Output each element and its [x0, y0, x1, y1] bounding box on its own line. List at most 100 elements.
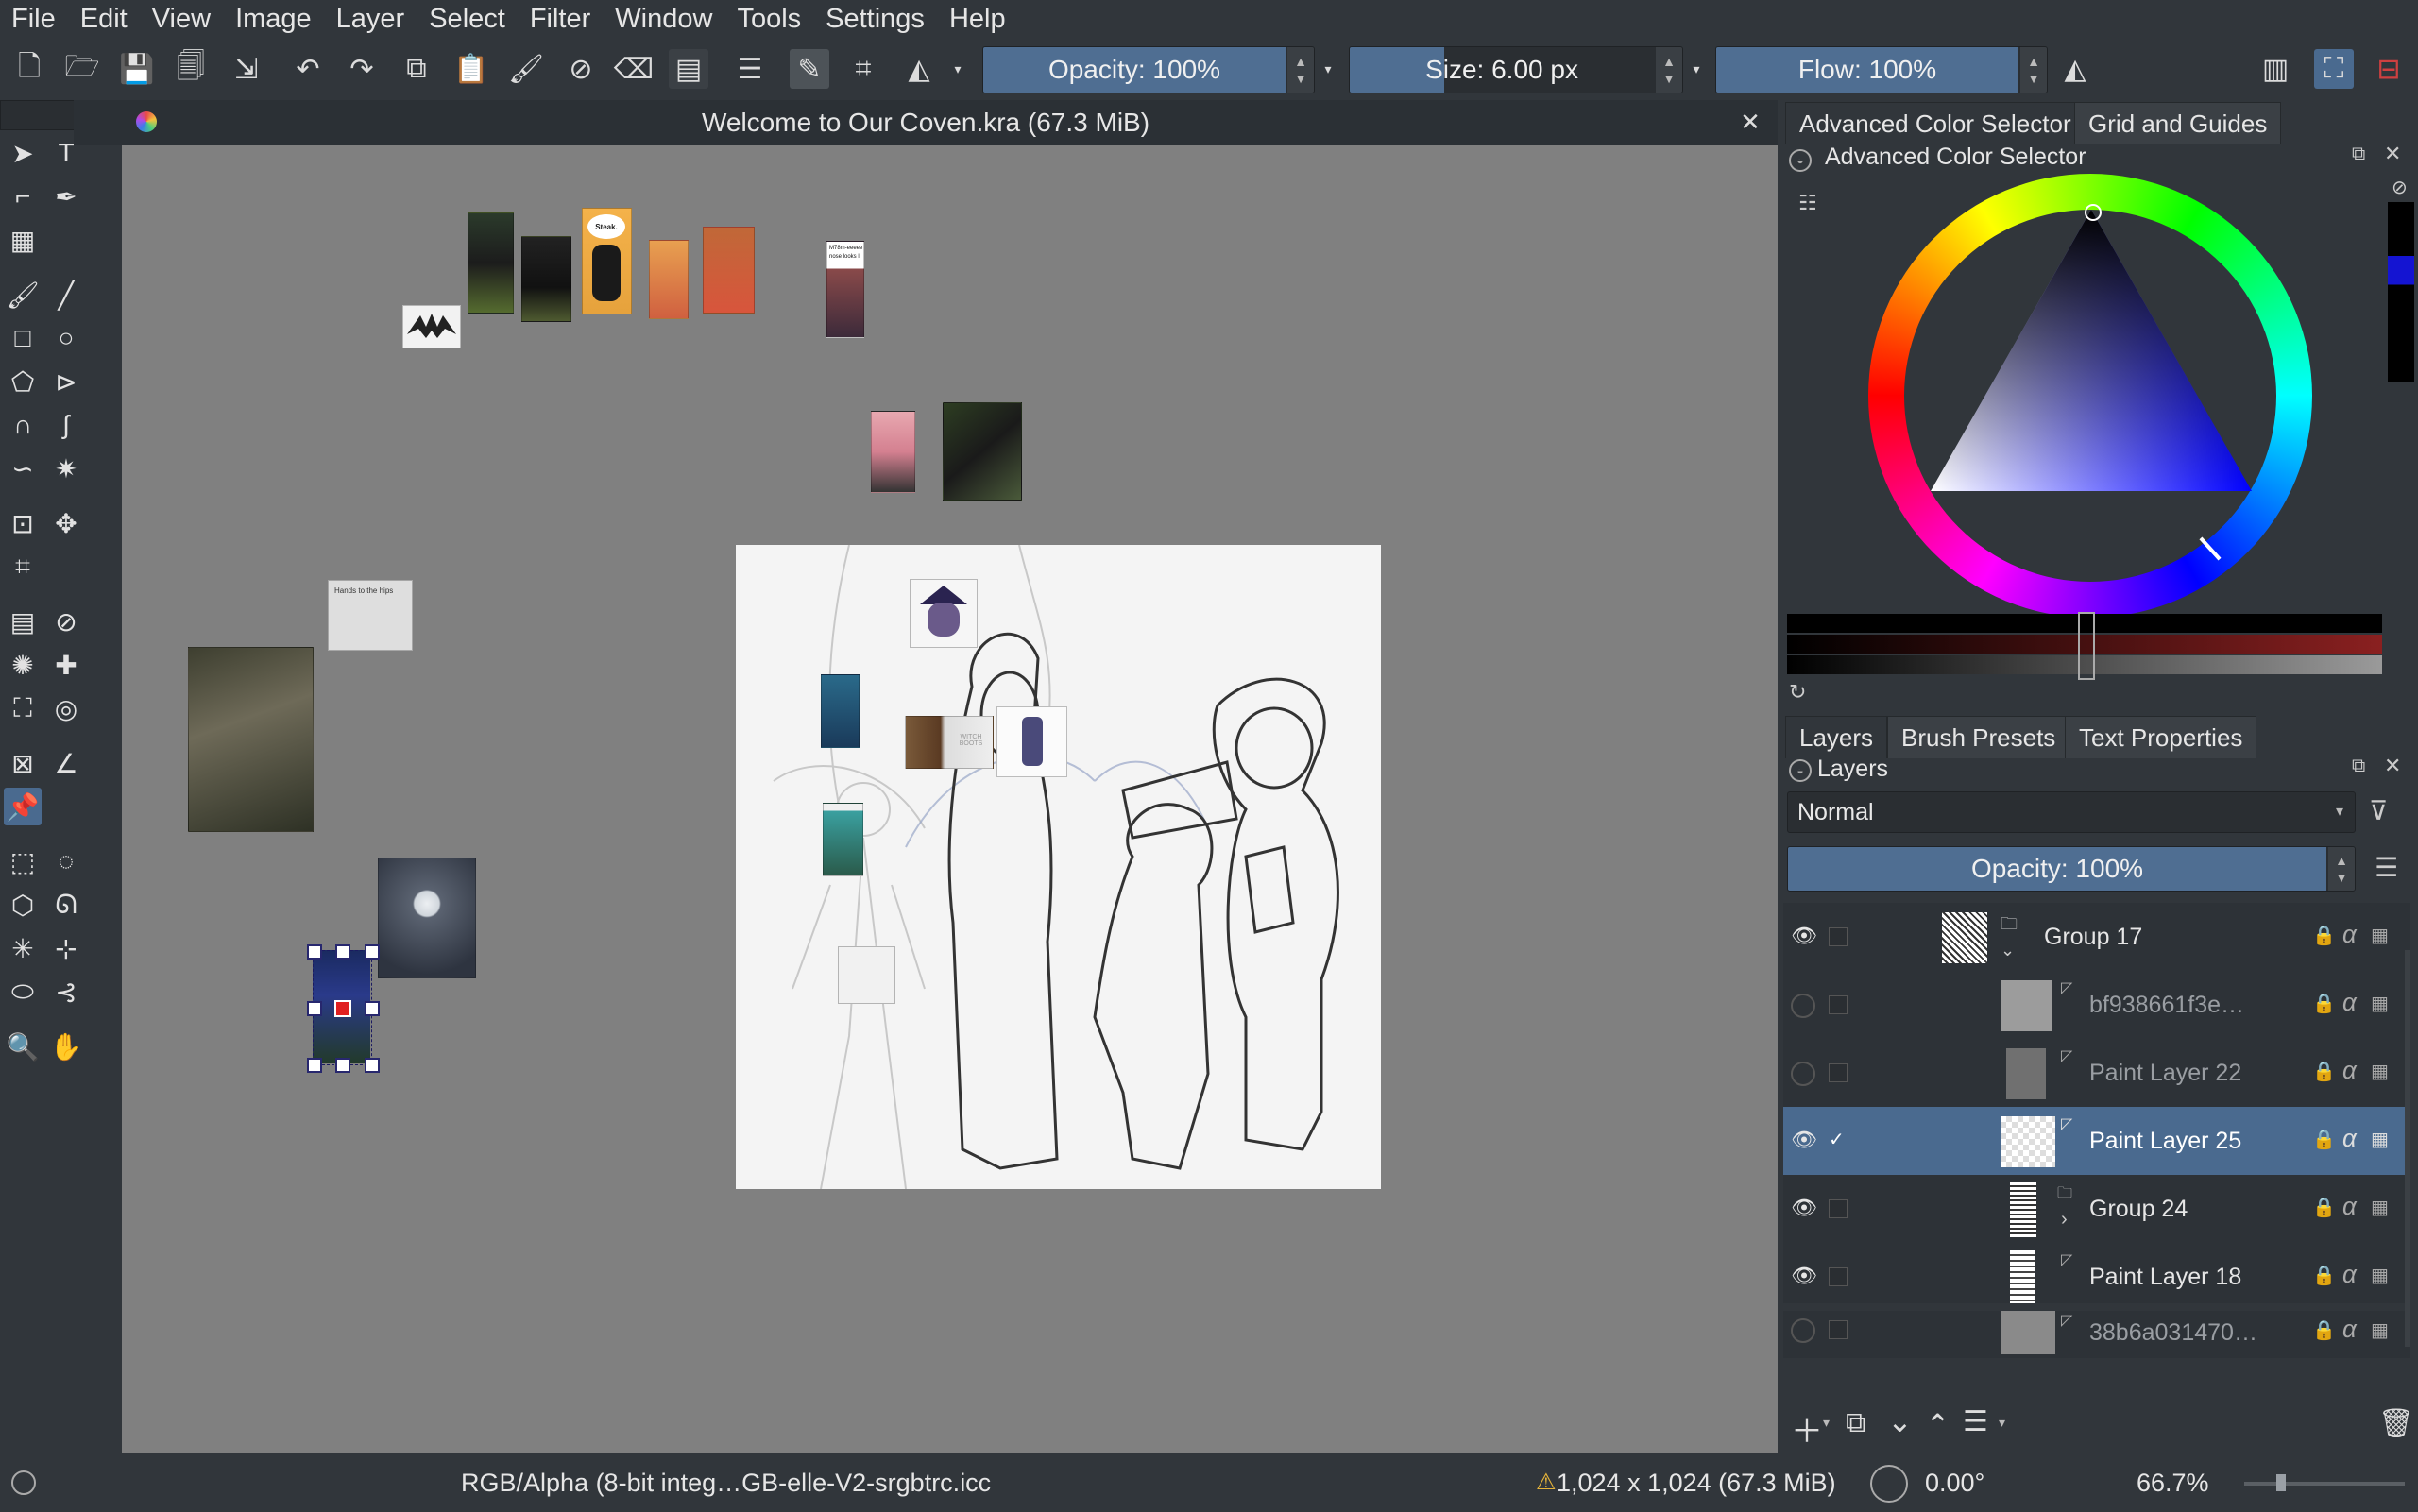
inherit-alpha-icon[interactable]: ▦ [2371, 1318, 2389, 1342]
menu-image[interactable]: Image [223, 0, 324, 38]
add-layer-dropdown-icon[interactable]: ▾ [1823, 1415, 1830, 1431]
alpha-lock-icon[interactable]: α [2342, 1315, 2357, 1344]
magnetic-selection-tool-icon[interactable]: ⊰ [47, 973, 85, 1011]
layer-checkbox[interactable] [1829, 1320, 1848, 1339]
export-icon[interactable]: ⇲ [227, 49, 266, 89]
menu-layer[interactable]: Layer [324, 0, 417, 38]
mirror-dropdown-icon[interactable]: ▾ [948, 49, 967, 89]
size-slider[interactable]: Size: 6.00 px ▲ ▼ [1349, 46, 1683, 93]
transform-handle-bottom-left[interactable] [307, 1058, 322, 1073]
reference-image-red-character-2[interactable] [703, 227, 755, 314]
layer-row-partial[interactable]: ◸ 38b6a031470… 🔒 α ▦ [1783, 1311, 2410, 1358]
transform-handle-top[interactable] [335, 944, 350, 960]
float-docker-icon[interactable]: ⧉ [2352, 144, 2365, 165]
layer-properties-icon[interactable]: ☰ [1963, 1405, 1988, 1438]
inherit-alpha-icon[interactable]: ▦ [2371, 1196, 2389, 1219]
lock-icon[interactable]: 🔒 [2312, 1196, 2336, 1219]
reference-image-hand-poses[interactable] [838, 946, 895, 1004]
lock-icon[interactable]: 🔒 [2312, 1318, 2336, 1342]
reference-image-hat-character[interactable] [910, 579, 978, 648]
lock-icon[interactable]: 🔒 [2312, 992, 2336, 1015]
eraser-icon[interactable]: ⌫ [614, 49, 654, 89]
alpha-lock-icon[interactable]: α [2342, 988, 2357, 1017]
layer-filter-icon[interactable]: ⊽ [2369, 795, 2389, 826]
ellipse-tool-icon[interactable]: ○ [47, 319, 85, 357]
opacity-dropdown-icon[interactable]: ▾ [1319, 49, 1337, 89]
reference-image-dark-character-2[interactable] [521, 236, 571, 322]
visibility-off-icon[interactable] [1791, 994, 1815, 1018]
alpha-lock-icon[interactable]: α [2342, 1056, 2357, 1085]
canvas-only-icon[interactable]: ⛶ [2314, 49, 2354, 89]
refresh-shades-icon[interactable]: ↻ [1789, 680, 1806, 705]
lock-icon[interactable]: 🔒 [2312, 1060, 2336, 1083]
assistant-tool-icon[interactable]: ⊠ [4, 744, 42, 782]
multibrush-tool-icon[interactable]: ✷ [47, 450, 85, 487]
flow-spinner[interactable]: ▲ ▼ [2020, 47, 2047, 93]
freehand-brush-tool-icon[interactable]: 🖌 [4, 276, 42, 314]
transform-tool-icon[interactable]: ⊡ [4, 504, 42, 542]
copy-merged-icon[interactable]: ⧉ [397, 49, 436, 89]
color-history-strip[interactable] [2388, 202, 2414, 382]
chevron-right-icon[interactable]: › [2061, 1209, 2068, 1231]
layer-row-selected[interactable]: 👁 ✓ ◸ Paint Layer 25 🔒 α ▦ [1783, 1107, 2410, 1175]
layer-checkbox[interactable] [1829, 1063, 1848, 1082]
visibility-off-icon[interactable] [1791, 1318, 1815, 1343]
tab-grid-and-guides[interactable]: Grid and Guides [2074, 102, 2282, 144]
no-color-icon[interactable]: ⊘ [2392, 176, 2414, 198]
zoom-slider[interactable] [2244, 1482, 2405, 1486]
rotation-value[interactable]: 0.00° [1925, 1453, 1984, 1512]
reference-image-dark-character-1[interactable] [468, 212, 514, 314]
color-profile-text[interactable]: RGB/Alpha (8-bit integ…GB-elle-V2-srgbtr… [461, 1453, 991, 1512]
reference-image-hands-sketch[interactable]: Hands to the hips [328, 580, 413, 651]
tab-brush-presets[interactable]: Brush Presets [1887, 716, 2070, 758]
crop-icon[interactable]: ⌗ [843, 49, 883, 89]
alpha-lock-icon[interactable]: α [2342, 1124, 2357, 1153]
brush-preset-icon[interactable]: 🖌 [506, 49, 546, 89]
inherit-alpha-icon[interactable]: ▦ [2371, 992, 2389, 1015]
measure-tool-icon[interactable]: ∠ [47, 744, 85, 782]
transform-handle-top-right[interactable] [365, 944, 380, 960]
move-tool-icon[interactable]: ✥ [47, 504, 85, 542]
layer-checkbox[interactable] [1829, 995, 1848, 1014]
tab-text-properties[interactable]: Text Properties [2065, 716, 2257, 758]
move-layer-up-icon[interactable]: ⌃ [1925, 1407, 1950, 1443]
inherit-alpha-icon[interactable]: ▦ [2371, 1060, 2389, 1083]
colorize-mask-tool-icon[interactable]: ✺ [4, 646, 42, 684]
zoom-value[interactable]: 66.7% [2137, 1453, 2209, 1512]
brush-tip-icon[interactable]: ✎ [790, 49, 829, 89]
reference-image-red-character-1[interactable] [649, 240, 689, 319]
reference-images-tool-icon[interactable]: 📌 [4, 788, 42, 825]
lock-icon[interactable]: 🔒 [2312, 1264, 2336, 1287]
new-document-icon[interactable]: 🗋 [9, 49, 49, 89]
polyline-tool-icon[interactable]: ⊳ [47, 363, 85, 400]
preserve-alpha-icon[interactable]: ▤ [669, 49, 708, 89]
reference-image-sitting-witch[interactable] [943, 402, 1022, 501]
transform-handle-right[interactable] [365, 1001, 380, 1016]
layer-row[interactable]: ◸ Paint Layer 22 🔒 α ▦ [1783, 1039, 2410, 1107]
menu-file[interactable]: File [0, 0, 68, 38]
reference-image-pink-character[interactable] [871, 411, 915, 493]
lock-docker-icon[interactable]: ◒ [1789, 149, 1812, 172]
reference-image-teal-character-2[interactable] [823, 803, 863, 876]
layer-row[interactable]: 👁 🗀 ⌄ Group 17 🔒 α ▦ [1783, 903, 2410, 971]
layers-menu-icon[interactable]: ☰ [2375, 852, 2398, 883]
crop-tool-icon[interactable]: ⌗ [4, 548, 42, 586]
reference-image-teal-character-1[interactable] [821, 674, 860, 748]
alpha-lock-icon[interactable]: α [2342, 920, 2357, 949]
menu-settings[interactable]: Settings [813, 0, 937, 38]
mirror-icon[interactable]: ◭ [899, 49, 939, 89]
rectangular-selection-tool-icon[interactable]: ⬚ [4, 842, 42, 880]
save-icon[interactable]: 💾 [117, 49, 157, 89]
elliptical-selection-tool-icon[interactable]: ◌ [47, 842, 85, 880]
save-as-icon[interactable]: 🗐 [171, 49, 211, 89]
reference-image-blue-witch[interactable] [996, 706, 1067, 777]
color-sampler-tool-icon[interactable]: ⊘ [47, 603, 85, 640]
reference-image-meme-character[interactable]: M78m-eeeee nose looks l [826, 241, 864, 338]
layer-opacity-slider[interactable]: Opacity: 100% ▲ ▼ [1787, 846, 2356, 892]
move-layer-down-icon[interactable]: ⌄ [1887, 1403, 1913, 1439]
visibility-off-icon[interactable] [1791, 1062, 1815, 1086]
layer-list-scrollbar[interactable] [2405, 950, 2410, 1347]
close-docker-icon[interactable]: ✕ [2384, 142, 2401, 166]
canvas-area[interactable]: Hands to the hips Steak. M78m-eeeee nose… [122, 145, 1778, 1453]
workspace-icon[interactable]: ▥ [2256, 49, 2295, 89]
